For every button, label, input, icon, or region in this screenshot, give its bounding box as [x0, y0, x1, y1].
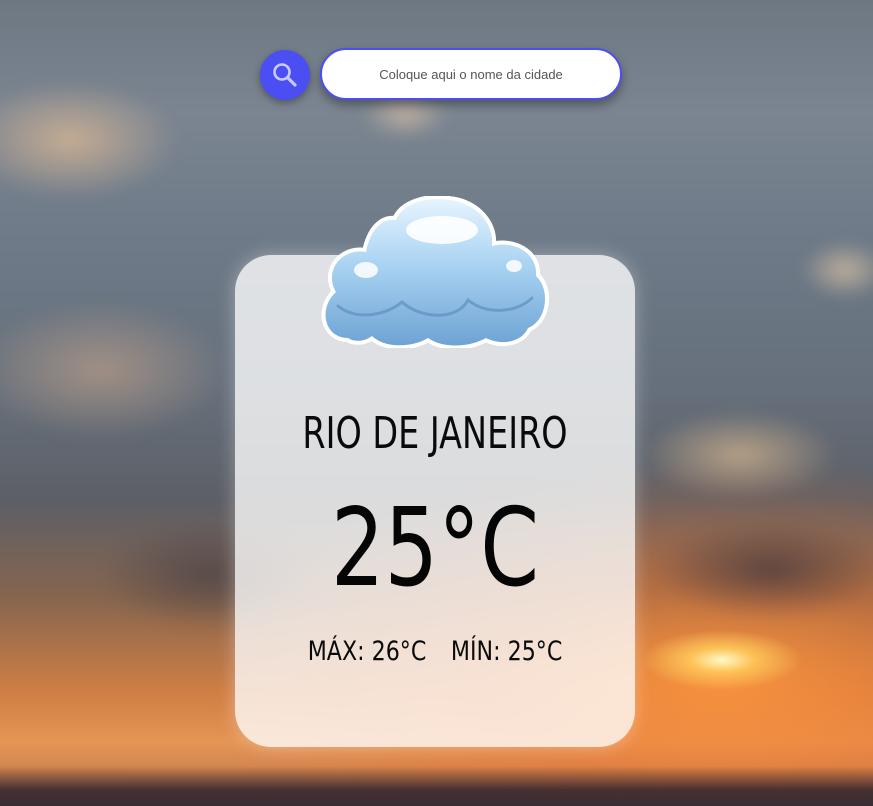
max-temperature: MÁX: 26°C: [307, 636, 427, 667]
search-button[interactable]: [260, 50, 310, 100]
city-name: RIO DE JANEIRO: [302, 408, 568, 459]
city-search-input[interactable]: [320, 48, 622, 100]
current-temperature: 25°C: [330, 486, 540, 611]
min-max-temperature: MÁX: 26°C MÍN: 25°C: [271, 630, 599, 674]
min-temperature: MÍN: 25°C: [450, 636, 563, 667]
search-bar: [260, 48, 624, 102]
cloud-icon: [321, 196, 550, 348]
search-icon: [273, 63, 297, 87]
